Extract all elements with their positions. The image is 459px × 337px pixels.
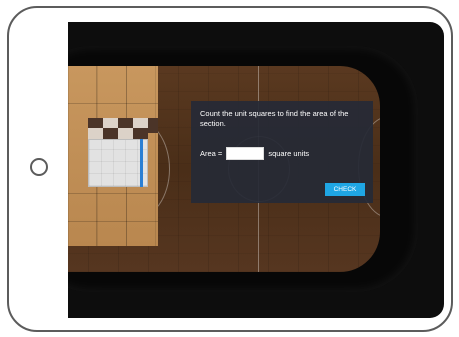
checker-tile [148,118,158,133]
plank-seam [68,193,158,194]
unit-label: square units [268,149,310,158]
plank-seam [68,103,158,104]
area-label: Area = [200,149,223,158]
area-input[interactable] [226,147,265,160]
floor-section [68,66,158,246]
section-highlight-bar [140,139,143,187]
plank-seam [68,221,158,222]
answer-row: Area = square units [200,147,309,160]
checker-tile [88,128,103,139]
question-dialog: Count the unit squares to find the area … [191,101,373,203]
app-screen: Count the unit squares to find the area … [68,22,444,318]
home-button[interactable] [30,158,48,176]
question-prompt: Count the unit squares to find the area … [200,109,349,128]
checker-tile [118,128,133,139]
check-button[interactable]: CHECK [325,183,365,196]
area-section [88,139,148,187]
checker-tile [133,128,148,139]
checker-tile [103,128,118,139]
